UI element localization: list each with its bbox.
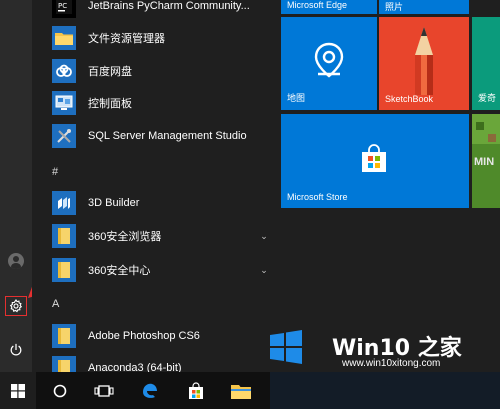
tile-label: SketchBook — [385, 94, 434, 104]
pycharm-icon: PC — [52, 0, 76, 18]
svg-text:PC: PC — [58, 2, 67, 10]
tile-label: Microsoft Store — [287, 192, 348, 202]
photoshop-icon — [52, 324, 76, 348]
app-item-anaconda[interactable]: Anaconda3 (64-bit) — [52, 354, 278, 372]
power-icon — [10, 343, 22, 356]
sql-server-icon — [52, 124, 76, 148]
tile-microsoft-store[interactable]: Microsoft Store — [281, 114, 469, 208]
tile-label: 地图 — [287, 93, 306, 103]
cortana-button[interactable] — [40, 372, 80, 409]
app-label: Anaconda3 (64-bit) — [88, 362, 182, 372]
folder-icon — [231, 384, 251, 399]
app-label: 文件资源管理器 — [88, 33, 165, 45]
app-item-control-panel[interactable]: 控制面板 — [52, 89, 278, 117]
tile-label: Microsoft Edge — [287, 0, 348, 10]
app-item-360-browser[interactable]: 360安全浏览器 ⌄ — [52, 222, 278, 250]
app-item-3d-builder[interactable]: 3D Builder — [52, 189, 278, 217]
tile-sketchbook[interactable]: SketchBook — [379, 17, 469, 110]
chevron-down-icon[interactable]: ⌄ — [256, 265, 272, 276]
edge-icon — [143, 383, 157, 398]
app-label: JetBrains PyCharm Community... — [88, 0, 250, 12]
app-item-pycharm[interactable]: PC JetBrains PyCharm Community... — [52, 0, 278, 20]
map-pin-icon — [314, 42, 344, 78]
tile-microsoft-edge[interactable]: Microsoft Edge — [281, 0, 377, 14]
task-view-icon — [94, 384, 114, 397]
tile-maps[interactable]: 地图 — [281, 17, 377, 110]
folder-icon — [52, 356, 76, 372]
tile-label: MIN — [474, 156, 495, 168]
watermark: Win10 之家 www.win10xitong.com — [262, 328, 500, 372]
app-list: PC JetBrains PyCharm Community... 文件资源管理… — [32, 0, 278, 372]
tile-label: 照片 — [385, 2, 404, 12]
task-view-button[interactable] — [84, 372, 124, 409]
app-label: SQL Server Management Studio — [88, 130, 247, 142]
app-label: Adobe Photoshop CS6 — [88, 330, 200, 342]
tile-minecraft[interactable]: MIN — [472, 114, 500, 208]
cloud-icon — [52, 59, 76, 83]
tile-iqiyi[interactable]: 爱奇 — [472, 17, 500, 110]
folder-icon — [52, 258, 76, 282]
folder-icon — [52, 224, 76, 248]
store-icon — [189, 381, 203, 399]
app-item-sql-server[interactable]: SQL Server Management Studio — [52, 122, 278, 150]
start-left-rail — [0, 0, 32, 372]
taskbar-watermark-strip — [270, 372, 500, 409]
watermark-url: www.win10xitong.com — [342, 358, 441, 369]
folder-icon — [52, 26, 76, 50]
control-panel-icon — [52, 91, 76, 115]
app-label: 3D Builder — [88, 197, 140, 209]
3d-builder-icon — [52, 191, 76, 215]
store-bag-icon — [362, 144, 386, 172]
app-item-file-explorer[interactable]: 文件资源管理器 — [52, 24, 278, 52]
app-label: 360安全中心 — [88, 265, 151, 277]
start-button[interactable] — [0, 372, 36, 409]
taskbar-store[interactable] — [176, 372, 216, 409]
taskbar-edge[interactable] — [130, 372, 170, 409]
windows-start-icon — [11, 383, 25, 398]
app-item-photoshop[interactable]: Adobe Photoshop CS6 — [52, 322, 278, 350]
section-header-hash[interactable]: # — [52, 166, 58, 178]
app-label: 360安全浏览器 — [88, 231, 162, 243]
taskbar-file-explorer[interactable] — [221, 372, 261, 409]
tile-label: 爱奇 — [478, 93, 497, 103]
chevron-down-icon[interactable]: ⌄ — [256, 231, 272, 242]
cortana-icon — [53, 384, 67, 397]
power-button[interactable] — [0, 334, 32, 366]
pencil-icon — [415, 27, 433, 95]
app-item-360-security[interactable]: 360安全中心 ⌄ — [52, 256, 278, 284]
app-label: 控制面板 — [88, 98, 132, 110]
tile-photos[interactable]: 照片 — [379, 0, 469, 14]
windows-logo-icon — [270, 330, 302, 364]
taskbar — [0, 372, 500, 409]
section-header-a[interactable]: A — [52, 298, 59, 310]
app-item-baidu-netdisk[interactable]: 百度网盘 — [52, 57, 278, 85]
app-label: 百度网盘 — [88, 66, 132, 78]
